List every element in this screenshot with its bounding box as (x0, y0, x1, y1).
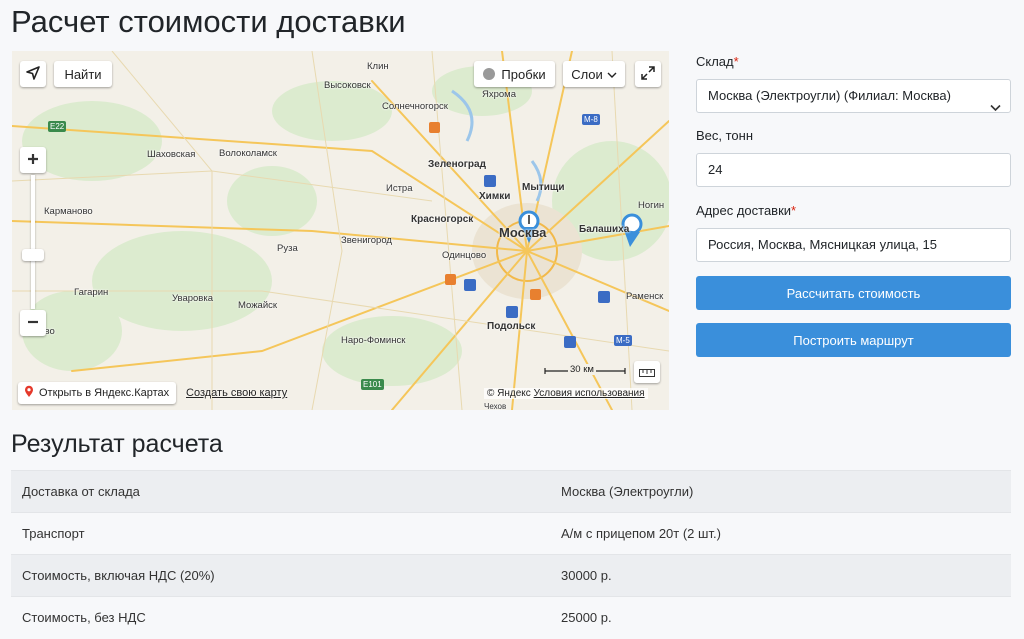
place-mytishchi: Мытищи (522, 182, 565, 193)
place-mozhaysk: Можайск (238, 300, 278, 311)
place-solnechnogorsk: Солнечногорск (382, 101, 448, 112)
place-vysokovsk: Высоковск (324, 80, 371, 91)
required-mark: * (733, 54, 739, 69)
minus-icon (27, 316, 39, 331)
address-label: Адрес доставки* (696, 203, 797, 218)
map-find-button[interactable]: Найти (54, 61, 112, 87)
place-nogin: Ногин (638, 200, 665, 211)
map-attribution: © Яндекс Условия использования (484, 388, 648, 399)
fullscreen-button[interactable] (635, 61, 661, 87)
zoom-slider-track[interactable] (31, 175, 35, 309)
open-yandex-maps-label: Открыть в Яндекс.Картах (39, 387, 170, 399)
highway-m8: M-8 (582, 114, 600, 125)
map-background (12, 51, 669, 410)
row-label: Доставка от склада (11, 470, 550, 513)
table-row: Доставка от склада Москва (Электроугли) (11, 470, 1011, 513)
place-chekhov: Чехов (484, 402, 507, 410)
place-ruza: Руза (277, 243, 298, 254)
zoom-slider-handle[interactable] (22, 249, 44, 261)
address-input[interactable]: Россия, Москва, Мясницкая улица, 15 (696, 228, 1011, 262)
traffic-icon (483, 68, 496, 80)
place-istra: Истра (386, 183, 413, 194)
highway-e101: E101 (361, 379, 384, 390)
warehouse-label: Склад* (696, 54, 739, 69)
place-volokolamsk: Волоколамск (219, 148, 277, 159)
map-scale: 30 км (544, 364, 626, 377)
place-krasnogorsk: Красногорск (411, 214, 474, 225)
table-row: Транспорт А/м с прицепом 20т (2 шт.) (11, 512, 1011, 555)
traffic-label: Пробки (501, 66, 546, 82)
table-row: Стоимость, включая НДС (20%) 30000 р. (11, 554, 1011, 597)
row-label: Стоимость, без НДС (11, 596, 550, 638)
place-zvenigorod: Звенигород (341, 235, 392, 246)
table-row: Стоимость, без НДС 25000 р. (11, 596, 1011, 638)
location-arrow-icon (26, 65, 40, 83)
create-map-link[interactable]: Создать свою карту (186, 387, 287, 399)
place-naro-fominsk: Наро-Фоминск (341, 335, 406, 346)
build-route-button[interactable]: Построить маршрут (696, 323, 1011, 357)
traffic-button[interactable]: Пробки (474, 61, 555, 87)
place-balashikha: Балашиха (579, 224, 630, 235)
map-pin-icon (24, 385, 34, 401)
results-title: Результат расчета (11, 430, 223, 458)
layers-button[interactable]: Слои (563, 61, 625, 87)
place-zelenograd: Зеленоград (428, 159, 486, 170)
results-table: Доставка от склада Москва (Электроугли) … (11, 470, 1011, 638)
row-label: Транспорт (11, 512, 550, 555)
place-karmanovo: Карманово (44, 206, 93, 217)
row-value: 25000 р. (550, 596, 1011, 638)
required-mark: * (791, 203, 797, 218)
place-moskva: Москва (499, 225, 547, 240)
ruler-button[interactable] (634, 361, 660, 383)
scale-label: 30 км (568, 364, 596, 375)
place-khimki: Химки (479, 191, 511, 202)
page-title: Расчет стоимости доставки (11, 4, 406, 39)
zoom-out-button[interactable] (20, 310, 46, 336)
place-ramensk: Раменск (626, 291, 664, 302)
layers-label: Слои (571, 66, 603, 82)
row-value: А/м с прицепом 20т (2 шт.) (550, 512, 1011, 555)
place-podolsk: Подольск (487, 321, 536, 332)
ruler-icon (639, 365, 655, 380)
row-value: Москва (Электроугли) (550, 470, 1011, 513)
copyright-text: © Яндекс (487, 388, 531, 399)
place-odintsovo: Одинцово (442, 250, 487, 261)
calculate-button[interactable]: Рассчитать стоимость (696, 276, 1011, 310)
place-uvarovka: Уваровка (172, 293, 213, 304)
highway-m5: M-5 (614, 335, 632, 346)
warehouse-select[interactable]: Москва (Электроугли) (Филиал: Москва) (696, 79, 1011, 113)
weight-label: Вес, тонн (696, 128, 754, 143)
place-gagarin: Гагарин (74, 287, 109, 298)
plus-icon (27, 153, 39, 168)
expand-icon (641, 65, 655, 83)
warehouse-select-value: Москва (Электроугли) (Филиал: Москва) (708, 88, 951, 103)
weight-input[interactable]: 24 (696, 153, 1011, 187)
zoom-in-button[interactable] (20, 147, 46, 173)
highway-e22: E22 (48, 121, 67, 132)
chevron-down-icon (990, 92, 1001, 124)
geolocation-button[interactable] (20, 61, 46, 87)
row-label: Стоимость, включая НДС (20%) (11, 554, 550, 597)
place-klin: Клин (367, 61, 389, 72)
place-yakhroma: Яхрома (482, 89, 516, 100)
chevron-down-icon (607, 67, 617, 82)
terms-link[interactable]: Условия использования (534, 388, 645, 399)
map[interactable]: Клин Высоковск Солнечногорск Яхрома Шахо… (12, 51, 669, 410)
row-value: 30000 р. (550, 554, 1011, 597)
place-shakhovskaya: Шаховская (147, 149, 196, 160)
open-yandex-maps-link[interactable]: Открыть в Яндекс.Картах (18, 382, 176, 404)
